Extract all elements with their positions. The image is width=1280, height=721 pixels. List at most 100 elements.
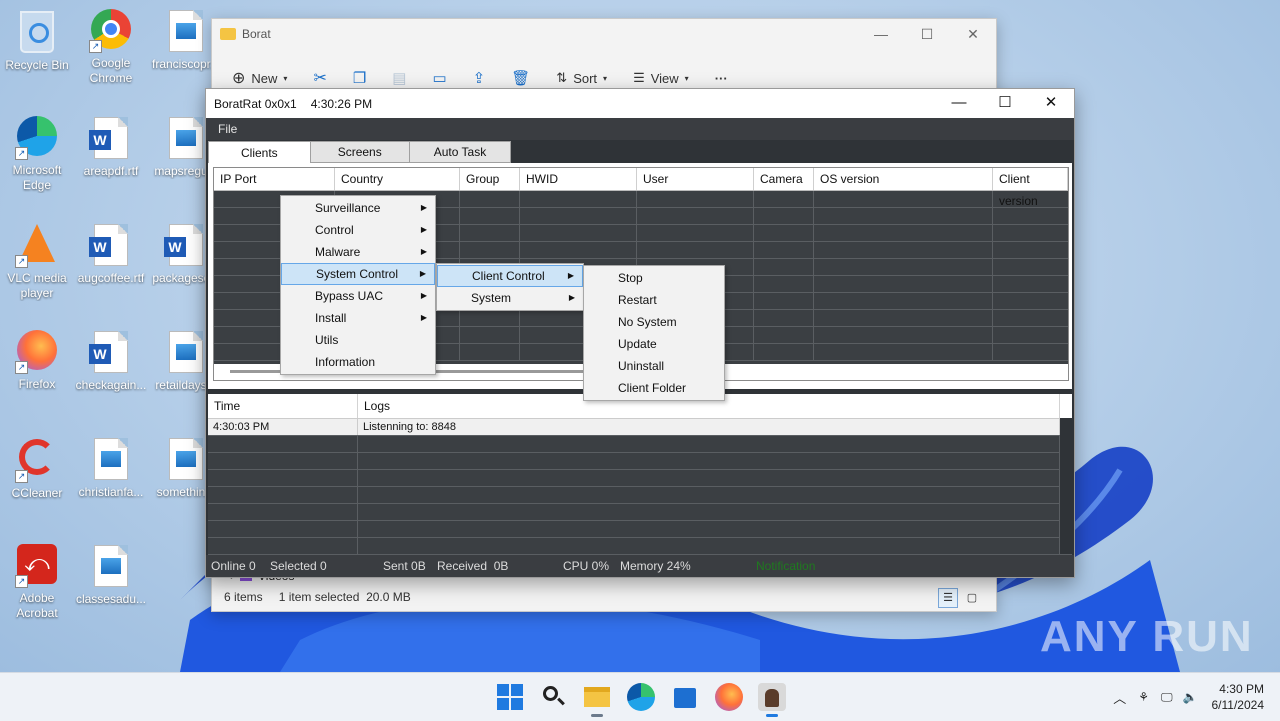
- desktop-icon-acrobat[interactable]: ⤺ ↗ Adobe Acrobat: [1, 543, 73, 621]
- desktop-icon-file[interactable]: W areapdf.rtf: [75, 115, 147, 179]
- paste-button[interactable]: ▤: [392, 69, 406, 87]
- menu-item-install[interactable]: Install ▶: [281, 307, 435, 329]
- column-hwid[interactable]: HWID: [520, 168, 637, 190]
- submenu-arrow-icon: ▶: [420, 225, 427, 234]
- desktop-icon-label: CCleaner: [11, 486, 63, 500]
- sort-icon: ⇅: [556, 70, 568, 85]
- column-time[interactable]: Time: [208, 394, 358, 418]
- log-row[interactable]: [208, 538, 1072, 555]
- acrobat-icon: ⤺ ↗: [15, 544, 59, 588]
- network-app-icon[interactable]: ⚘: [1138, 690, 1149, 704]
- column-country[interactable]: Country: [335, 168, 460, 190]
- chrome-icon: ↗: [89, 9, 133, 53]
- log-row[interactable]: [208, 521, 1072, 538]
- share-button[interactable]: ⇪: [473, 69, 486, 87]
- search-icon[interactable]: [540, 683, 568, 711]
- menu-item-bypass-uac[interactable]: Bypass UAC ▶: [281, 285, 435, 307]
- menu-item-utils[interactable]: Utils: [281, 329, 435, 351]
- log-row[interactable]: [208, 504, 1072, 521]
- tab-clients[interactable]: Clients: [208, 141, 311, 164]
- column-user[interactable]: User: [637, 168, 754, 190]
- menu-item-system-control[interactable]: System Control ▶: [281, 263, 435, 285]
- details-view-icon[interactable]: ☰: [938, 588, 958, 608]
- maximize-button[interactable]: ☐: [904, 19, 950, 49]
- explorer-title: Borat: [242, 27, 271, 41]
- desktop-icon-edge[interactable]: ↗ Microsoft Edge: [1, 115, 73, 193]
- menu-item-system[interactable]: System ▶: [437, 287, 583, 309]
- column-ip-port[interactable]: IP Port: [214, 168, 335, 190]
- minimize-button[interactable]: —: [936, 89, 982, 118]
- delete-button[interactable]: 🗑: [511, 69, 530, 87]
- menu-item-no-system[interactable]: No System: [584, 311, 724, 333]
- volume-icon[interactable]: 🔈: [1183, 690, 1198, 704]
- menu-item-client-folder[interactable]: Client Folder: [584, 377, 724, 399]
- file-explorer-icon[interactable]: [583, 683, 611, 717]
- start-icon[interactable]: [496, 683, 524, 711]
- menu-item-uninstall[interactable]: Uninstall: [584, 355, 724, 377]
- menu-item-stop[interactable]: Stop: [584, 267, 724, 289]
- tab-screens[interactable]: Screens: [309, 141, 410, 163]
- rename-button[interactable]: ▭: [432, 69, 446, 87]
- menu-item-control[interactable]: Control ▶: [281, 219, 435, 241]
- desktop-icon-recycle-bin[interactable]: Recycle Bin: [1, 8, 73, 73]
- cut-button[interactable]: ✂: [313, 68, 326, 88]
- window-title: BoratRat 0x0x1: [214, 96, 297, 111]
- system-control-submenu: Client Control ▶ System ▶: [436, 263, 584, 311]
- store-icon[interactable]: [671, 683, 699, 711]
- shortcut-arrow-icon: ↗: [15, 470, 28, 483]
- desktop-icon-firefox[interactable]: ↗ Firefox: [1, 329, 73, 392]
- log-row[interactable]: [208, 436, 1072, 453]
- desktop-icon-chrome[interactable]: ↗ Google Chrome: [75, 8, 147, 86]
- log-row[interactable]: [208, 487, 1072, 504]
- new-button[interactable]: ⊕ New ▾: [232, 68, 287, 88]
- column-client-version[interactable]: Client version: [993, 168, 1068, 208]
- menu-item-surveillance[interactable]: Surveillance ▶: [281, 197, 435, 219]
- desktop-icon-ccleaner[interactable]: ↗ CCleaner: [1, 436, 73, 501]
- menu-item-restart[interactable]: Restart: [584, 289, 724, 311]
- log-row[interactable]: 4:30:03 PM Listenning to: 8848: [208, 419, 1072, 436]
- clock[interactable]: 4:30 PM 6/11/2024: [1212, 681, 1265, 713]
- edge-icon[interactable]: [627, 683, 655, 711]
- status-notification[interactable]: Notification: [756, 555, 815, 577]
- column-camera[interactable]: Camera: [754, 168, 814, 190]
- menubar: File: [206, 118, 1074, 140]
- network-icon[interactable]: 🖵: [1161, 690, 1173, 705]
- more-options-button[interactable]: ···: [715, 71, 728, 86]
- firefox-icon[interactable]: [715, 683, 743, 711]
- system-tray: ︿ ⚘ 🖵 🔈 4:30 PM 6/11/2024: [1113, 673, 1280, 721]
- close-button[interactable]: ✕: [1028, 89, 1074, 118]
- menu-item-information[interactable]: Information: [281, 351, 435, 373]
- chevron-down-icon: ▾: [603, 73, 608, 83]
- close-button[interactable]: ✕: [950, 19, 996, 49]
- chevron-up-icon[interactable]: ︿: [1113, 688, 1126, 707]
- image-file-icon: [164, 10, 208, 54]
- desktop-icon-label: christianfa...: [78, 485, 144, 499]
- status-cpu: CPU 0%: [563, 559, 610, 573]
- menu-file[interactable]: File: [218, 122, 237, 136]
- boratrat-app-icon[interactable]: [758, 683, 786, 717]
- desktop-icon-vlc[interactable]: ↗ VLC media player: [1, 222, 73, 301]
- desktop-icon-file[interactable]: W augcoffee.rtf: [75, 222, 147, 286]
- maximize-button[interactable]: ☐: [982, 89, 1028, 118]
- column-os-version[interactable]: OS version: [814, 168, 993, 190]
- tab-auto-task[interactable]: Auto Task: [408, 141, 512, 163]
- view-button[interactable]: ☰ View ▾: [633, 70, 689, 86]
- column-group[interactable]: Group: [460, 168, 520, 190]
- log-row[interactable]: [208, 453, 1072, 470]
- tiles-view-icon[interactable]: ▢: [962, 588, 982, 608]
- submenu-arrow-icon: ▶: [568, 293, 575, 302]
- vertical-scrollbar[interactable]: [1060, 418, 1072, 554]
- copy-button[interactable]: ❐: [353, 69, 366, 87]
- log-row[interactable]: [208, 470, 1072, 487]
- submenu-arrow-icon: ▶: [420, 203, 427, 212]
- desktop-icon-file[interactable]: christianfa...: [75, 436, 147, 500]
- desktop-icon-file[interactable]: W checkagain...: [75, 329, 147, 393]
- minimize-button[interactable]: —: [858, 19, 904, 49]
- menu-item-update[interactable]: Update: [584, 333, 724, 355]
- plus-icon: ⊕: [232, 70, 246, 87]
- menu-item-malware[interactable]: Malware ▶: [281, 241, 435, 263]
- sort-button[interactable]: ⇅ Sort ▾: [556, 70, 607, 86]
- menu-item-client-control[interactable]: Client Control ▶: [437, 265, 583, 287]
- image-file-icon: [89, 438, 133, 482]
- desktop-icon-file[interactable]: classesadu...: [75, 543, 147, 607]
